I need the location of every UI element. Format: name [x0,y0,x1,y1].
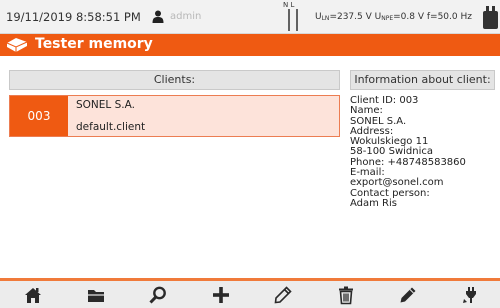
nl-labels: N L [283,1,295,9]
search-button[interactable] [131,281,185,308]
search-icon [149,286,166,304]
info-header: Information about client: [350,70,495,90]
page-title: Tester memory [35,36,153,52]
delete-button[interactable] [319,281,373,308]
open-folder-button[interactable] [69,281,123,308]
plug-edit-icon [463,286,476,303]
plug-icon [483,6,498,29]
tester-memory-icon [6,38,28,52]
client-row[interactable]: 003 SONEL S.A. default.client [9,95,340,137]
user-name: admin [170,11,202,22]
date-time: 19/11/2019 8:58:51 PM [6,10,141,24]
folder-icon [88,289,104,302]
bottom-toolbar [0,278,500,308]
socket-polarity-icon [288,9,298,31]
client-info-panel: Client ID: 003 Name: SONEL S.A. Address:… [350,95,498,209]
user-icon [152,10,164,23]
clients-header: Clients: [9,70,340,90]
info-contact: Adam Ris [350,197,397,209]
measurement-readout: ULN=237.5 V UNPE=0.8 V f=50.0 Hz [315,12,472,22]
home-icon [25,287,41,303]
client-number: 003 [10,96,68,136]
add-icon [213,286,229,303]
edit-icon [274,285,292,303]
edit-pen-icon [400,287,416,302]
plug-edit-button[interactable] [444,281,498,308]
client-file: default.client [76,121,146,133]
status-bar: 19/11/2019 8:58:51 PM admin N L ULN=237.… [0,0,500,34]
edit-pen-button[interactable] [381,281,435,308]
add-button[interactable] [194,281,248,308]
title-bar: Tester memory [0,34,500,56]
home-button[interactable] [6,281,60,308]
delete-icon [339,286,353,304]
client-name: SONEL S.A. [76,99,135,111]
edit-button[interactable] [256,281,310,308]
